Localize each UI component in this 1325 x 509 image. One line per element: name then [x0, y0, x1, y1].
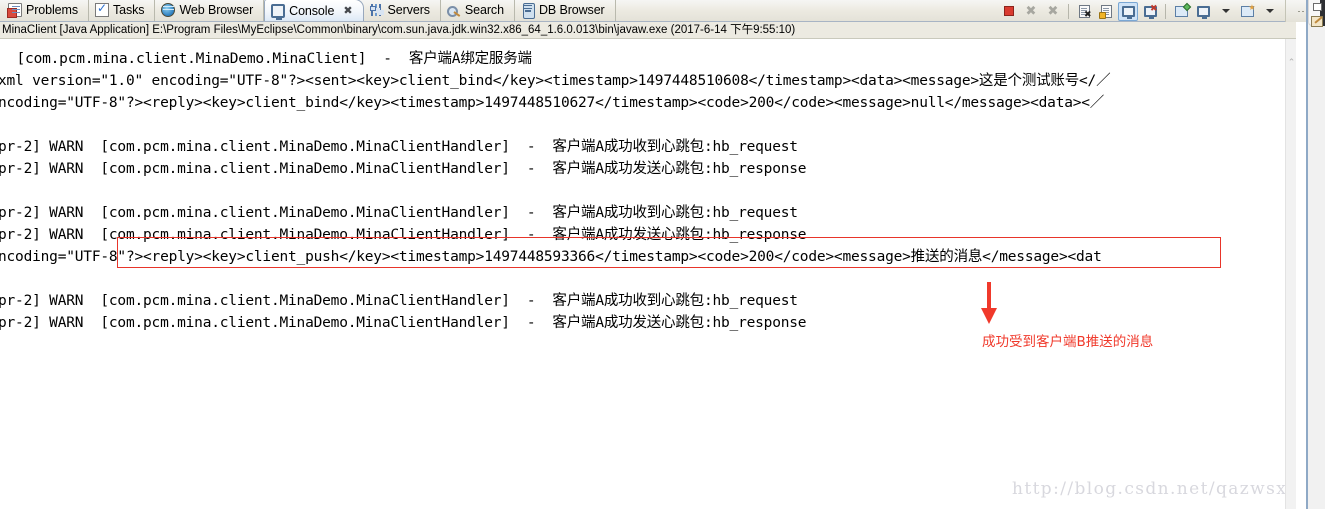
tab-tasks-label: Tasks: [113, 3, 145, 17]
show-console-error-icon: ✖: [1143, 4, 1158, 19]
console-line: pr-2] WARN [com.pcm.mina.client.MinaDemo…: [0, 315, 807, 331]
show-console-on-error-button[interactable]: ✖: [1140, 2, 1160, 21]
open-console-button[interactable]: ★: [1237, 2, 1257, 21]
stop-square-icon: [1004, 6, 1014, 16]
tab-db-browser[interactable]: DB Browser: [515, 0, 616, 21]
tab-search-label: Search: [464, 3, 504, 17]
editor-icon[interactable]: [1311, 16, 1323, 27]
eclipse-console-view: Problems Tasks Web Browser Console ✖ Ser…: [0, 0, 1325, 509]
tab-search[interactable]: Search: [441, 0, 515, 21]
watermark-text: http://blog.csdn.net/qazwsxpcm: [1012, 479, 1296, 499]
console-line: pr-2] WARN [com.pcm.mina.client.MinaDemo…: [0, 205, 798, 221]
console-line-highlighted: ncoding="UTF-8"?><reply><key>client_push…: [0, 249, 1102, 265]
web-browser-icon: [161, 3, 176, 17]
scroll-lock-icon: [1098, 4, 1112, 19]
tab-web-browser[interactable]: Web Browser: [155, 0, 265, 21]
tab-problems-label: Problems: [26, 3, 78, 17]
console-toolbar: ✖ ✖ ✖ ✖ ★: [999, 0, 1323, 22]
db-browser-icon: [521, 3, 535, 19]
console-line: pr-2] WARN [com.pcm.mina.client.MinaDemo…: [0, 227, 807, 243]
tasks-icon: [95, 1, 109, 17]
annotation-note: 成功受到客户端B推送的消息: [982, 334, 1154, 350]
chevron-down-icon: [1221, 9, 1230, 13]
console-line: [com.pcm.mina.client.MinaDemo.MinaClient…: [8, 51, 533, 67]
console-vertical-scrollbar[interactable]: ⌃: [1285, 39, 1296, 509]
console-icon: [271, 3, 286, 20]
tab-console[interactable]: Console ✖: [264, 0, 364, 21]
console-line: ncoding="UTF-8"?><reply><key>client_bind…: [0, 95, 1105, 111]
close-icon[interactable]: ✖: [343, 4, 352, 17]
console-line: xml version="1.0" encoding="UTF-8"?><sen…: [0, 73, 1111, 89]
pin-console-icon: [1174, 2, 1191, 17]
clear-console-button[interactable]: ✖: [1074, 2, 1094, 21]
open-console-dropdown[interactable]: [1259, 2, 1279, 21]
remove-all-terminated-button[interactable]: ✖: [1043, 2, 1063, 21]
restore-icon[interactable]: [1313, 3, 1322, 11]
console-output-area[interactable]: [com.pcm.mina.client.MinaDemo.MinaClient…: [0, 39, 1296, 509]
show-console-on-output-button[interactable]: [1118, 1, 1138, 21]
right-fast-view-bar: [1308, 0, 1325, 509]
console-line: pr-2] WARN [com.pcm.mina.client.MinaDemo…: [0, 139, 798, 155]
remove-all-xx-icon: ✖: [1047, 3, 1059, 19]
annotation-arrow-icon: [980, 282, 998, 324]
display-console-dropdown[interactable]: [1215, 2, 1235, 21]
tab-problems[interactable]: Problems: [2, 0, 89, 21]
problems-icon: [7, 3, 22, 18]
console-line: pr-2] WARN [com.pcm.mina.client.MinaDemo…: [0, 293, 798, 309]
pin-console-button[interactable]: [1171, 2, 1191, 21]
clear-console-icon: ✖: [1078, 4, 1092, 19]
console-line: pr-2] WARN [com.pcm.mina.client.MinaDemo…: [0, 161, 807, 177]
tab-servers-label: Servers: [387, 3, 430, 17]
terminate-button[interactable]: [999, 2, 1019, 21]
show-console-icon: [1121, 5, 1135, 19]
scroll-lock-button[interactable]: [1096, 2, 1116, 21]
tab-db-browser-label: DB Browser: [538, 3, 605, 17]
open-console-icon: ★: [1240, 3, 1256, 17]
toolbar-separator-2: [1165, 3, 1166, 19]
tab-console-label: Console: [289, 3, 335, 18]
display-console-icon: [1196, 5, 1210, 19]
launch-info-line: MinaClient [Java Application] E:\Program…: [0, 22, 1296, 39]
servers-icon: [369, 3, 384, 17]
display-selected-console-button[interactable]: [1193, 2, 1213, 21]
chevron-down-icon: [1265, 9, 1274, 13]
toolbar-separator-1: [1068, 3, 1069, 19]
tab-servers[interactable]: Servers: [364, 0, 441, 21]
tab-web-browser-label: Web Browser: [179, 3, 254, 17]
tab-tasks[interactable]: Tasks: [89, 0, 156, 21]
search-icon: [446, 3, 461, 17]
remove-x-icon: ✖: [1025, 3, 1037, 19]
scroll-up-icon[interactable]: ⌃: [1286, 57, 1297, 69]
remove-launch-button[interactable]: ✖: [1021, 2, 1041, 21]
